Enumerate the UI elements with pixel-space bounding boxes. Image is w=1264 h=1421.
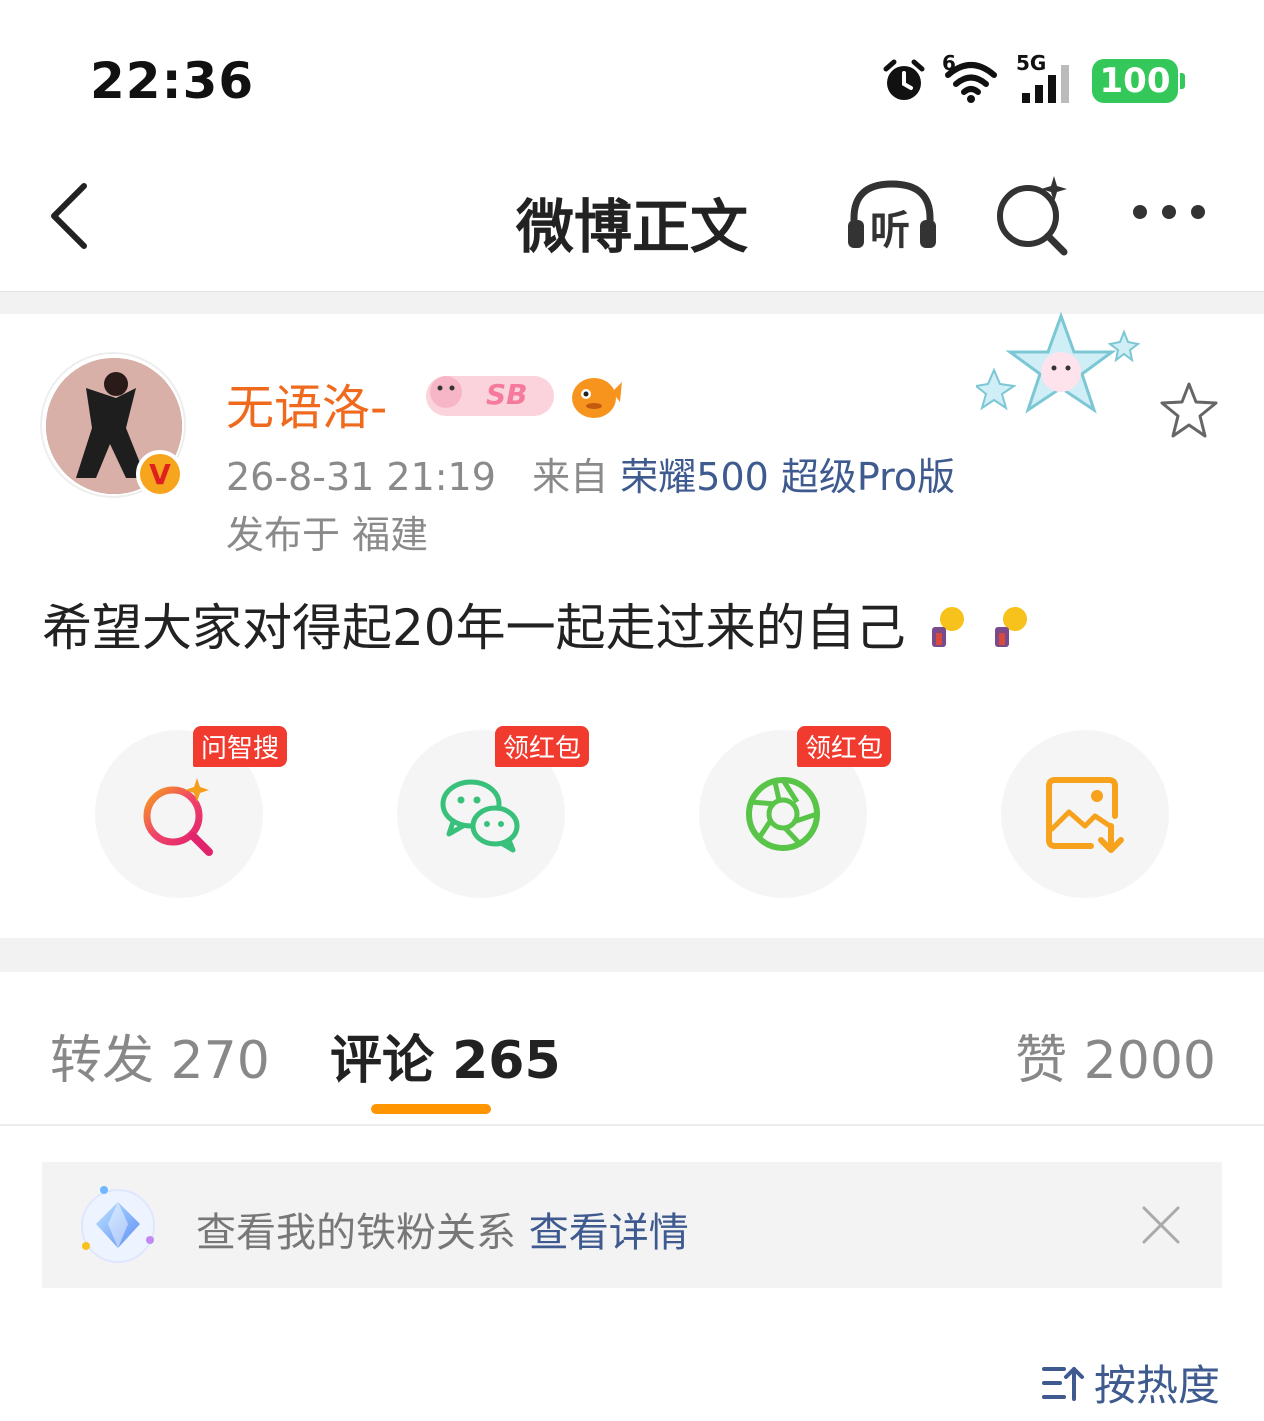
tabs-divider xyxy=(0,1124,1264,1126)
section-divider xyxy=(0,292,1264,314)
save-image-button[interactable] xyxy=(1001,730,1169,898)
ai-search-icon xyxy=(143,778,213,856)
battery-indicator: 100 xyxy=(1092,59,1185,103)
avatar[interactable]: V xyxy=(38,350,188,500)
more-options-icon[interactable] xyxy=(1124,182,1214,242)
pufferfish-badge-icon xyxy=(572,378,622,418)
post-timestamp: 26-8-31 21:19 xyxy=(226,455,496,499)
network-type: 5G xyxy=(1016,51,1047,75)
nav-bar: 微博正文 听 xyxy=(0,150,1264,292)
fan-medal-badge[interactable]: SB xyxy=(424,370,556,422)
tab-like[interactable]: 赞 2000 xyxy=(1015,1018,1216,1093)
tab-comment[interactable]: 评论 265 xyxy=(330,1018,561,1093)
moments-share-button[interactable]: 领红包 xyxy=(699,726,891,898)
status-time: 22:36 xyxy=(90,52,255,110)
medal-label: SB xyxy=(486,378,528,411)
fan-relationship-banner[interactable]: 查看我的铁粉关系 查看详情 xyxy=(42,1162,1222,1288)
alarm-icon xyxy=(883,59,925,100)
diamond-icon xyxy=(81,1186,155,1263)
post-text: 希望大家对得起20年一起走过来的自己 xyxy=(42,588,1033,660)
wifi-icon: 6 xyxy=(942,51,1000,105)
verified-badge-icon: V xyxy=(136,450,184,498)
action-tag: 领红包 xyxy=(494,726,589,767)
close-icon[interactable] xyxy=(1140,1204,1182,1246)
post-meta: 26-8-31 21:19 来自 荣耀500 超级Pro版 xyxy=(226,446,955,501)
save-image-icon xyxy=(1046,777,1124,853)
decorative-star-sticker-icon xyxy=(976,312,1141,414)
bulb-emoji-icon xyxy=(995,607,1028,647)
page-title: 微博正文 xyxy=(515,193,748,261)
view-details-link[interactable]: 查看详情 xyxy=(529,1210,689,1256)
status-bar: 22:36 6 5G 100 xyxy=(0,0,1264,150)
source-prefix: 来自 xyxy=(532,455,609,499)
action-tag: 领红包 xyxy=(796,726,891,767)
active-tab-indicator xyxy=(371,1104,491,1114)
action-tag: 问智搜 xyxy=(192,726,287,767)
device-link[interactable]: 荣耀500 超级Pro版 xyxy=(620,455,955,499)
ai-search-share-button[interactable]: 问智搜 xyxy=(95,726,287,898)
ai-search-icon[interactable] xyxy=(990,172,1074,256)
sort-label: 按热度 xyxy=(1093,1361,1220,1410)
fan-banner-text: 查看我的铁粉关系 查看详情 xyxy=(196,1200,689,1258)
post-location: 发布于 福建 xyxy=(226,513,429,557)
listen-label: 听 xyxy=(870,208,910,254)
tab-repost[interactable]: 转发 270 xyxy=(50,1018,270,1093)
sort-by-hot-button[interactable]: 按热度 xyxy=(1041,1352,1220,1413)
wifi-badge: 6 xyxy=(942,51,956,75)
fan-banner-label: 查看我的铁粉关系 xyxy=(196,1210,516,1256)
post-body: 希望大家对得起20年一起走过来的自己 xyxy=(42,599,906,657)
listen-button[interactable]: 听 xyxy=(842,174,942,254)
favorite-star-icon[interactable] xyxy=(1158,380,1220,442)
status-icons: 6 5G 100 xyxy=(880,51,1185,106)
wechat-icon xyxy=(440,779,520,853)
wechat-share-button[interactable]: 领红包 xyxy=(397,726,589,898)
sort-icon xyxy=(1041,1366,1084,1401)
section-divider xyxy=(0,938,1264,972)
user-name[interactable]: 无语洛- xyxy=(226,368,387,438)
moments-icon xyxy=(746,777,820,851)
bulb-emoji-icon xyxy=(931,607,964,647)
cellular-signal-icon: 5G xyxy=(1014,51,1078,105)
